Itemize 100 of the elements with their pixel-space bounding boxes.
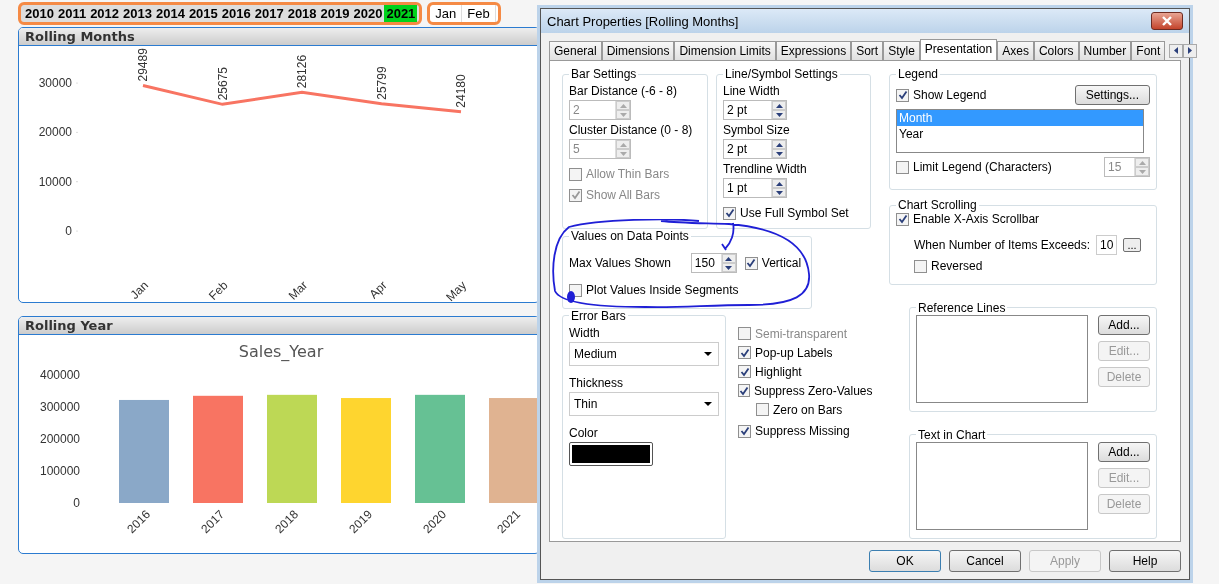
down-arrow-icon[interactable] [725, 265, 733, 270]
checkbox[interactable]: Suppress Zero-Values [738, 383, 871, 398]
up-arrow-icon[interactable] [775, 181, 783, 186]
tab[interactable]: Dimensions [601, 41, 675, 60]
year-filter-item[interactable]: 2021 [384, 5, 418, 22]
checkbox[interactable]: Suppress Missing [738, 424, 871, 438]
month-filter-item[interactable]: Feb [462, 5, 496, 22]
number-field[interactable]: 10 [1096, 235, 1118, 255]
dialog-button[interactable]: OK [869, 550, 941, 572]
dialog-button[interactable]: Add... [1098, 441, 1150, 462]
right-arrow-icon [1188, 47, 1193, 54]
axis-label: 300000 [39, 400, 80, 414]
month-filter-item[interactable]: Jan [430, 5, 463, 22]
tab[interactable]: Colors [1033, 41, 1079, 60]
scroll-right-button[interactable] [1183, 43, 1198, 58]
checkbox[interactable]: Show Legend [896, 88, 987, 102]
checkbox[interactable]: Limit Legend (Characters) [896, 160, 1052, 174]
year-filter-item[interactable]: 2010 [23, 5, 56, 22]
up-arrow-icon[interactable] [725, 256, 733, 261]
checkbox[interactable]: Reversed [914, 259, 983, 273]
tab[interactable]: Dimension Limits [674, 41, 776, 60]
year-filter-item[interactable]: 2013 [121, 5, 154, 22]
group-title: Legend [897, 67, 940, 81]
year-filter-item[interactable]: 2017 [252, 5, 286, 22]
axis-label: 100000 [39, 464, 80, 478]
check-icon [897, 90, 908, 100]
field-label: Bar Distance (-6 - 8) [569, 84, 679, 98]
up-arrow-icon[interactable] [775, 103, 783, 108]
close-button[interactable] [1151, 12, 1183, 30]
field-label: Trendline Width [723, 162, 808, 176]
scroll-left-button[interactable] [1169, 43, 1184, 58]
year-filter-item[interactable]: 2015 [186, 5, 220, 22]
panel-title: Rolling Year [19, 317, 539, 335]
year-filter-item[interactable]: 2012 [88, 5, 122, 22]
tab[interactable]: Font [1131, 41, 1166, 60]
list-box[interactable] [916, 441, 1088, 530]
axis-label: 400000 [39, 368, 80, 382]
data-label: 28126 [295, 54, 309, 89]
panel-title: Rolling Months [19, 28, 539, 46]
checkbox[interactable]: Pop-up Labels [738, 345, 871, 360]
group-title: Reference Lines [917, 300, 1007, 315]
settings-button[interactable]: Settings... [1074, 85, 1150, 105]
group-title: Bar Settings [570, 67, 638, 81]
down-arrow-icon[interactable] [775, 112, 783, 117]
spin-field[interactable]: 2 pt [723, 139, 787, 159]
field-label: Symbol Size [723, 123, 791, 137]
check-icon [739, 366, 750, 377]
color-swatch[interactable] [569, 441, 653, 466]
dropdown[interactable]: Thin [569, 391, 719, 416]
dropdown[interactable]: Medium [569, 341, 719, 366]
data-label: 25799 [374, 66, 389, 100]
spin-field[interactable]: 1 pt [723, 178, 787, 198]
spin-field[interactable]: 150 [690, 253, 737, 273]
check-icon [570, 190, 581, 200]
checkbox[interactable]: Vertical [744, 256, 802, 270]
down-arrow-icon[interactable] [775, 190, 783, 195]
tab[interactable]: Axes [997, 41, 1034, 60]
tab[interactable]: Style [883, 41, 920, 60]
field-label: When Number of Items Exceeds: [914, 238, 1091, 252]
year-filter-item[interactable]: 2014 [153, 5, 187, 22]
year-filter-item[interactable]: 2018 [285, 5, 319, 22]
field-label: Cluster Distance (0 - 8) [569, 123, 694, 137]
list-item[interactable]: Year [897, 126, 1143, 142]
year-filter-item[interactable]: 2011 [55, 5, 89, 22]
dialog-button[interactable]: Cancel [949, 550, 1021, 572]
window-title: Chart Properties [Rolling Months] [547, 13, 739, 29]
spin-field[interactable]: 2 pt [723, 100, 787, 120]
axis-label: Jan [127, 278, 152, 302]
browse-button[interactable]: ... [1123, 238, 1141, 252]
dialog-button[interactable]: Help [1109, 550, 1181, 572]
chart-title: Sales_Year [238, 342, 324, 361]
dialog-button[interactable]: Add... [1098, 314, 1150, 335]
data-label: 25675 [215, 66, 230, 101]
tab[interactable]: Number [1078, 41, 1132, 60]
tab[interactable]: Presentation [919, 39, 998, 60]
tab[interactable]: General [549, 41, 602, 60]
axis-label: Feb [206, 278, 231, 302]
group-title: Error Bars [570, 308, 627, 323]
axis-label: Mar [285, 278, 311, 302]
up-arrow-icon[interactable] [775, 142, 783, 147]
check-icon [739, 347, 750, 358]
checkbox[interactable]: Highlight [738, 364, 871, 379]
check-icon [746, 258, 757, 268]
checkbox[interactable]: Enable X-Axis Scrollbar [896, 212, 1040, 226]
tab[interactable]: Sort [851, 41, 884, 60]
check-icon [724, 208, 735, 218]
checkbox[interactable]: Zero on Bars [756, 402, 843, 417]
axis-label: 10000 [38, 174, 72, 189]
checkbox[interactable]: Use Full Symbol Set [723, 206, 864, 220]
left-arrow-icon [1174, 47, 1179, 54]
group-title: Chart Scrolling [897, 198, 978, 212]
check-icon [739, 385, 749, 396]
close-icon [1161, 16, 1173, 26]
down-arrow-icon[interactable] [775, 151, 783, 156]
list-box[interactable] [916, 314, 1088, 403]
year-filter-item[interactable]: 2016 [219, 5, 253, 22]
year-filter-item[interactable]: 2020 [351, 5, 385, 22]
tab[interactable]: Expressions [775, 41, 852, 60]
year-filter-item[interactable]: 2019 [318, 5, 352, 22]
axis-label: 30000 [38, 76, 72, 90]
